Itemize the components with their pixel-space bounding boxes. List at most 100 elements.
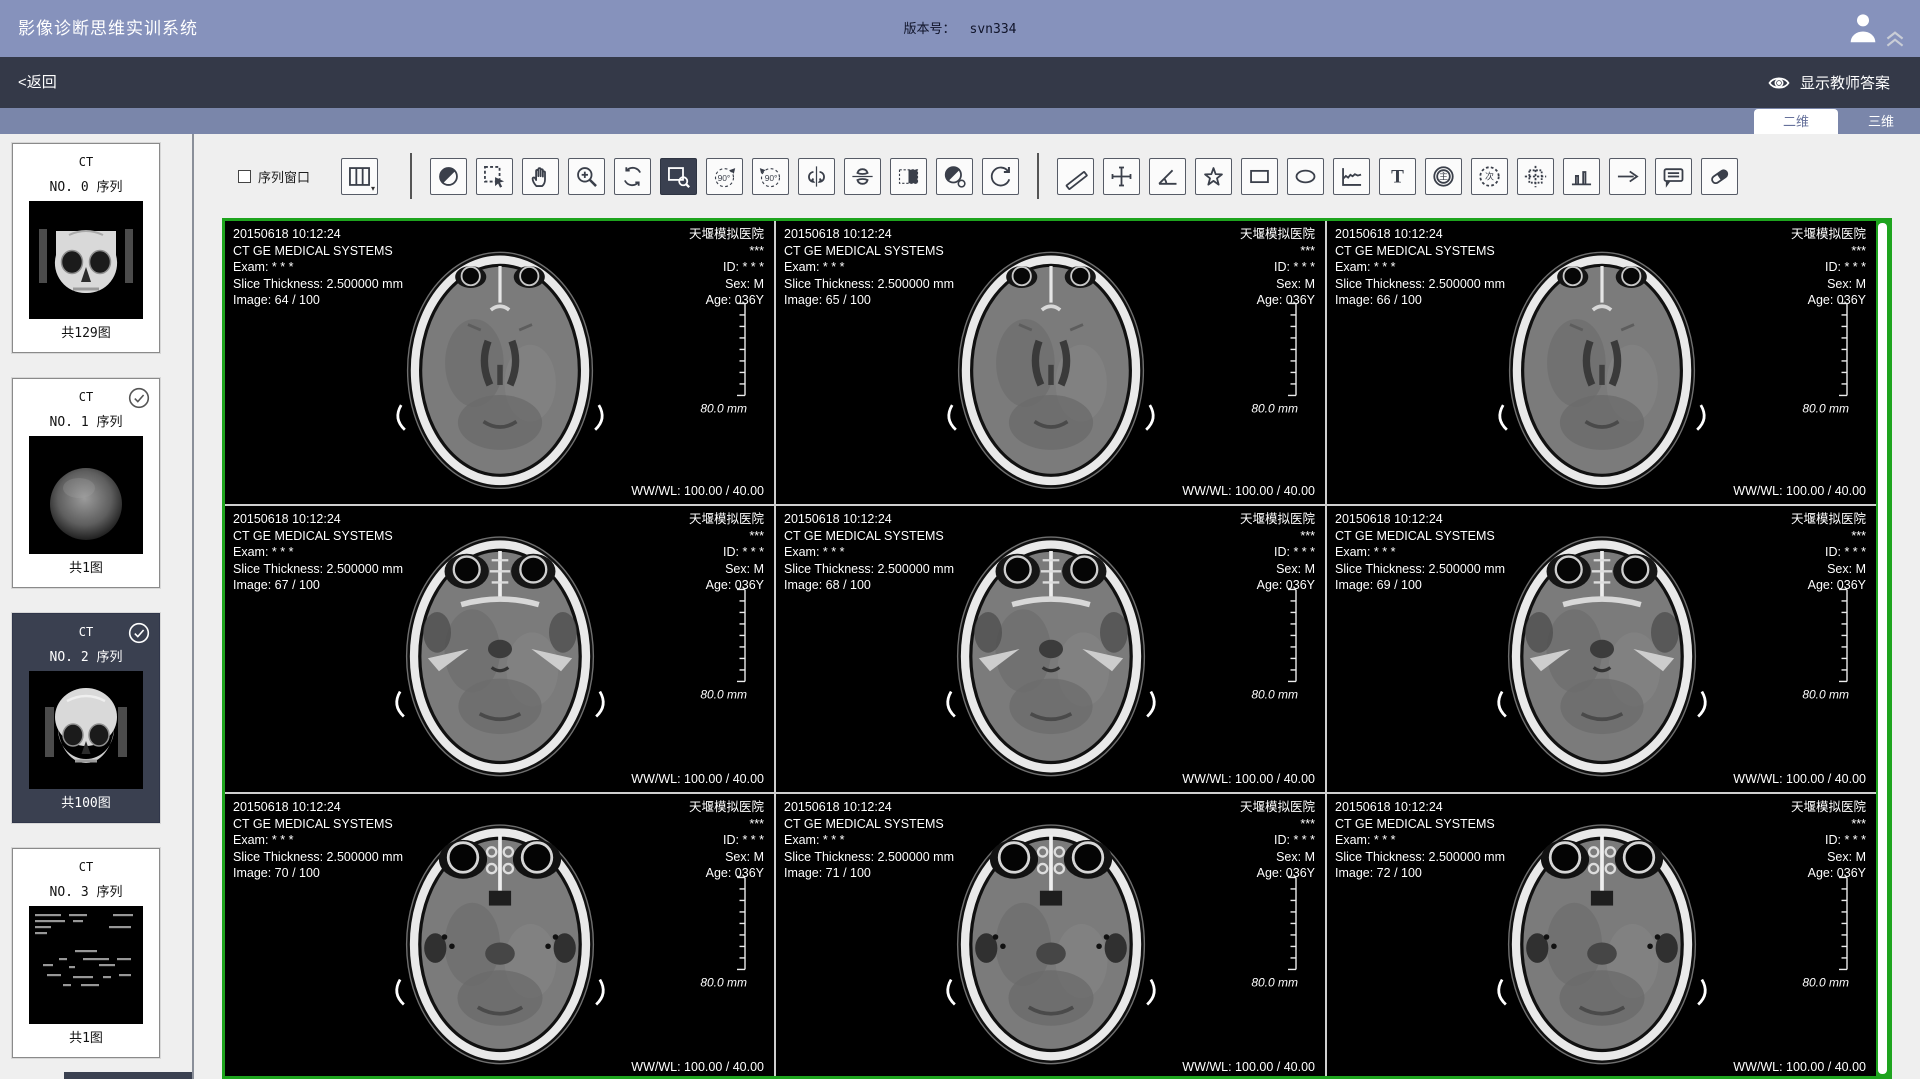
ct-slice-image [379, 510, 619, 787]
star-roi-button[interactable] [1195, 158, 1232, 195]
series-window-label: 序列窗口 [258, 167, 310, 186]
viewer-scrollbar-thumb[interactable] [1878, 223, 1887, 1074]
secondary-mark-button[interactable]: 次 [1471, 158, 1508, 195]
cell-manufacturer: CT GE MEDICAL SYSTEMS [784, 816, 954, 833]
series-window-checkbox-group[interactable]: 序列窗口 [238, 167, 310, 186]
cell-sex: Sex: M [1240, 849, 1315, 866]
viewer-cell-4[interactable]: 20150618 10:12:24 CT GE MEDICAL SYSTEMS … [776, 506, 1325, 792]
viewer-scrollbar-track[interactable] [1876, 221, 1889, 1076]
viewer-cell-2[interactable]: 20150618 10:12:24 CT GE MEDICAL SYSTEMS … [1327, 221, 1876, 504]
series-card-2[interactable]: CT NO. 2 序列 共100图 [12, 613, 160, 823]
cell-patient-id: ID: * * * [689, 832, 764, 849]
arrow-annotation-button[interactable] [1609, 158, 1646, 195]
windowing-reset-button[interactable] [936, 158, 973, 195]
cross-measure-button[interactable] [1103, 158, 1140, 195]
cell-image-counter: Image: 69 / 100 [1335, 577, 1505, 594]
star-icon [1200, 163, 1227, 190]
rotate-arrows-icon [619, 163, 646, 190]
text-annotation-button[interactable]: T [1379, 158, 1416, 195]
comment-button[interactable] [1655, 158, 1692, 195]
cell-image-counter: Image: 67 / 100 [233, 577, 403, 594]
rotate-90-ccw-button[interactable]: 90° [706, 158, 743, 195]
app-title: 影像诊断思维实训系统 [18, 0, 198, 57]
flip-horizontal-icon [803, 163, 830, 190]
cell-hospital: 天堰模拟医院 [1791, 226, 1866, 243]
cell-scale-label: 80.0 mm [1802, 687, 1850, 701]
viewer-cell-3[interactable]: 20150618 10:12:24 CT GE MEDICAL SYSTEMS … [225, 506, 774, 792]
refresh-rotate-button[interactable] [614, 158, 651, 195]
series-image-count: 共1图 [13, 1027, 159, 1046]
windowing-button[interactable] [430, 158, 467, 195]
viewer-cell-5[interactable]: 20150618 10:12:24 CT GE MEDICAL SYSTEMS … [1327, 506, 1876, 792]
series-card-0[interactable]: CT NO. 0 序列 共129图 [12, 143, 160, 353]
series-window-checkbox[interactable] [238, 170, 251, 183]
series-name: NO. 0 序列 [13, 176, 159, 195]
zoom-in-button[interactable] [568, 158, 605, 195]
pan-hand-icon [527, 163, 554, 190]
series-card-3[interactable]: CT NO. 3 序列 共1图 [12, 848, 160, 1058]
flip-horizontal-button[interactable] [798, 158, 835, 195]
cell-exam: Exam: * * * [1335, 544, 1505, 561]
collapse-toolbar-icon[interactable] [1882, 24, 1908, 50]
cell-info-top-right: 天堰模拟医院 *** ID: * * * Sex: M Age: 036Y [1791, 799, 1866, 882]
ruler-button[interactable] [1057, 158, 1094, 195]
viewer-cell-1[interactable]: 20150618 10:12:24 CT GE MEDICAL SYSTEMS … [776, 221, 1325, 504]
layout-button[interactable]: ▾ [341, 158, 378, 195]
invert-button[interactable] [890, 158, 927, 195]
pan-button[interactable] [522, 158, 559, 195]
viewer-cell-6[interactable]: 20150618 10:12:24 CT GE MEDICAL SYSTEMS … [225, 794, 774, 1076]
show-teacher-answer-button[interactable]: 显示教师答案 [1767, 57, 1890, 108]
profile-curve-button[interactable] [1333, 158, 1370, 195]
image-viewer: 20150618 10:12:24 CT GE MEDICAL SYSTEMS … [222, 218, 1892, 1079]
ellipse-roi-button[interactable] [1287, 158, 1324, 195]
invert-icon [895, 163, 922, 190]
cell-exam: Exam: * * * [233, 832, 403, 849]
svg-text:主: 主 [1439, 170, 1448, 181]
tab-2d[interactable]: 二维 [1754, 109, 1838, 134]
cell-info-top-right: 天堰模拟医院 *** ID: * * * Sex: M Age: 036Y [689, 799, 764, 882]
cell-slice-thickness: Slice Thickness: 2.500000 mm [784, 849, 954, 866]
cell-info-top-left: 20150618 10:12:24 CT GE MEDICAL SYSTEMS … [1335, 511, 1505, 594]
primary-mark-button[interactable]: 主 [1425, 158, 1462, 195]
rotate-90-cw-button[interactable]: 90° [752, 158, 789, 195]
cell-sex: Sex: M [689, 276, 764, 293]
user-icon[interactable] [1844, 9, 1882, 49]
series-card-1[interactable]: CT NO. 1 序列 共1图 [12, 378, 160, 588]
histogram-button[interactable] [1563, 158, 1600, 195]
cell-masked: *** [1791, 816, 1866, 833]
angle-button[interactable] [1149, 158, 1186, 195]
flip-vertical-button[interactable] [844, 158, 881, 195]
series-sidebar: CT NO. 0 序列 共129图 CT NO. 1 序列 共1图 CT NO.… [0, 134, 194, 1079]
cell-masked: *** [689, 243, 764, 260]
eraser-button[interactable] [1701, 158, 1738, 195]
cell-sex: Sex: M [689, 561, 764, 578]
select-button[interactable] [476, 158, 513, 195]
viewer-cell-8[interactable]: 20150618 10:12:24 CT GE MEDICAL SYSTEMS … [1327, 794, 1876, 1076]
cell-masked: *** [1791, 528, 1866, 545]
cell-exam: Exam: * * * [1335, 259, 1505, 276]
secondary-mark-icon: 次 [1476, 163, 1503, 190]
cell-patient-id: ID: * * * [1240, 832, 1315, 849]
viewer-cell-7[interactable]: 20150618 10:12:24 CT GE MEDICAL SYSTEMS … [776, 794, 1325, 1076]
cell-scale-ruler: 80.0 mm [700, 587, 748, 701]
reset-button[interactable] [982, 158, 1019, 195]
center-mark-button[interactable] [1517, 158, 1554, 195]
back-button[interactable]: <返回 [18, 57, 57, 108]
zoom-region-button[interactable] [660, 158, 697, 195]
viewer-cell-0[interactable]: 20150618 10:12:24 CT GE MEDICAL SYSTEMS … [225, 221, 774, 504]
cell-scale-ruler: 80.0 mm [1802, 875, 1850, 989]
cell-slice-thickness: Slice Thickness: 2.500000 mm [1335, 276, 1505, 293]
rect-roi-button[interactable] [1241, 158, 1278, 195]
series-image-count: 共1图 [13, 557, 159, 576]
cell-window-level: WW/WL: 100.00 / 40.00 [1182, 772, 1315, 786]
primary-mark-icon: 主 [1430, 163, 1457, 190]
tab-3d[interactable]: 三维 [1852, 109, 1910, 134]
cell-slice-thickness: Slice Thickness: 2.500000 mm [1335, 561, 1505, 578]
magnifier-plus-icon [573, 163, 600, 190]
cell-sex: Sex: M [1791, 561, 1866, 578]
series-card-partial[interactable] [64, 1072, 192, 1079]
cell-scale-label: 80.0 mm [700, 687, 748, 701]
cell-scale-label: 80.0 mm [1251, 401, 1299, 415]
cell-hospital: 天堰模拟医院 [1240, 226, 1315, 243]
cell-exam: Exam: * * * [233, 259, 403, 276]
